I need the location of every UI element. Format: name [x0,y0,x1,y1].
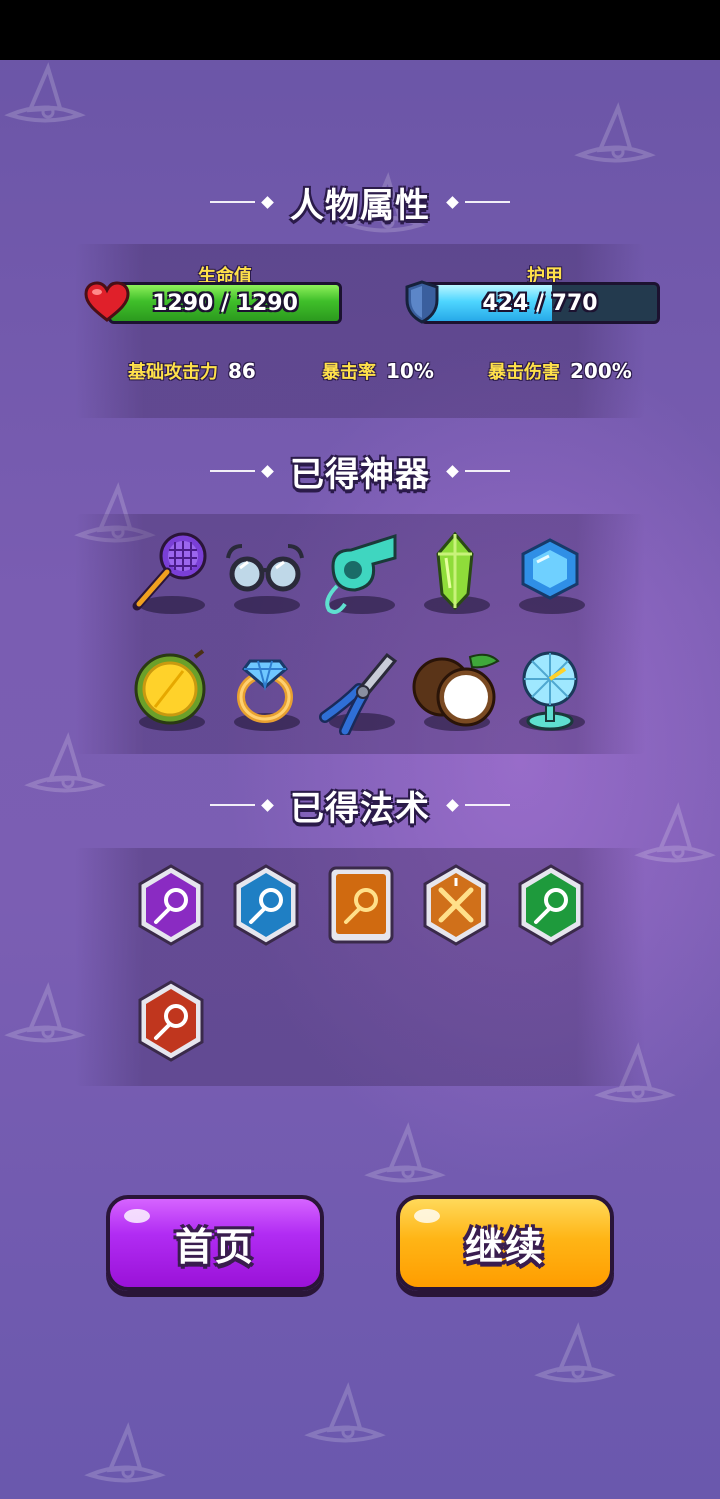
artifact-coconut[interactable] [410,645,500,735]
artifact-tennis-racket[interactable] [125,528,215,618]
orange-comet-card-spell-icon[interactable] [326,864,396,946]
attributes-section-title: 人物属性 [0,177,720,227]
stat-base-attack: 基础攻击力 86 [128,358,256,384]
heart-icon [84,281,130,322]
fan-icon [522,651,578,731]
title-diamond-icon [261,798,274,812]
purple-comet-spell-icon[interactable] [136,864,206,946]
coconut-icon [412,653,500,727]
continue-button[interactable]: 继续 [396,1195,614,1291]
glasses-icon [226,544,304,592]
artifact-whistle[interactable] [315,528,405,618]
artifacts-title: 已得神器 [290,454,430,495]
title-line [465,804,510,806]
stat-label: 暴击伤害 [488,362,560,383]
button-gloss [124,1209,150,1223]
armor-bar: 424 / 770 [420,282,660,324]
title-diamond-icon [261,464,274,478]
wizard-hat-pattern-icon [4,62,86,123]
stat-label: 基础攻击力 [128,362,218,383]
health-value: 1290 / 1290 [152,290,298,316]
stat-label: 暴击率 [322,362,376,383]
shield-icon [405,280,439,324]
diamond-ring-icon [237,659,293,723]
wizard-hat-pattern-icon [574,102,656,163]
wizard-hat-pattern-icon [534,1322,616,1383]
title-line [465,470,510,472]
wizard-hat-pattern-icon [84,1422,166,1483]
whistle-icon [325,533,397,614]
green-comet-spell-icon[interactable] [516,864,586,946]
spells-title: 已得法术 [290,788,430,829]
title-line [210,470,255,472]
title-diamond-icon [446,195,459,209]
durian-icon [134,649,206,725]
attributes-title: 人物属性 [290,185,430,226]
title-line [465,201,510,203]
stat-crit-rate: 暴击率 10% [322,358,434,384]
artifact-glasses[interactable] [220,528,310,618]
artifacts-section-title: 已得神器 [0,446,720,496]
tennis-racket-icon [132,532,207,611]
artifact-diamond-ring[interactable] [220,645,310,735]
artifact-blue-gem[interactable] [505,528,595,618]
green-crystal-icon [436,531,474,611]
title-diamond-icon [446,798,459,812]
wizard-hat-pattern-icon [304,1382,386,1443]
button-gloss [414,1209,440,1223]
stat-value: 10% [386,359,434,383]
red-comet-spell-icon[interactable] [136,980,206,1062]
crossed-swords-spell-icon[interactable] [421,864,491,946]
health-bar: 1290 / 1290 [108,282,342,324]
home-button[interactable]: 首页 [106,1195,324,1291]
title-line [210,201,255,203]
home-button-label: 首页 [174,1224,255,1269]
spells-section-title: 已得法术 [0,780,720,830]
title-diamond-icon [446,464,459,478]
stat-crit-damage: 暴击伤害 200% [488,358,632,384]
title-diamond-icon [261,195,274,209]
blue-comet-spell-icon[interactable] [231,864,301,946]
wizard-hat-pattern-icon [364,1122,446,1183]
armor-value: 424 / 770 [482,290,598,316]
artifact-green-crystal[interactable] [410,528,500,618]
continue-button-label: 继续 [464,1224,545,1269]
artifact-fan[interactable] [505,645,595,735]
status-bar [0,0,720,60]
stat-value: 200% [570,359,632,383]
artifact-durian[interactable] [125,645,215,735]
stat-value: 86 [228,359,256,383]
title-line [210,804,255,806]
artifact-pliers[interactable] [315,645,405,735]
blue-gem-icon [521,538,579,600]
pliers-icon [319,652,398,735]
